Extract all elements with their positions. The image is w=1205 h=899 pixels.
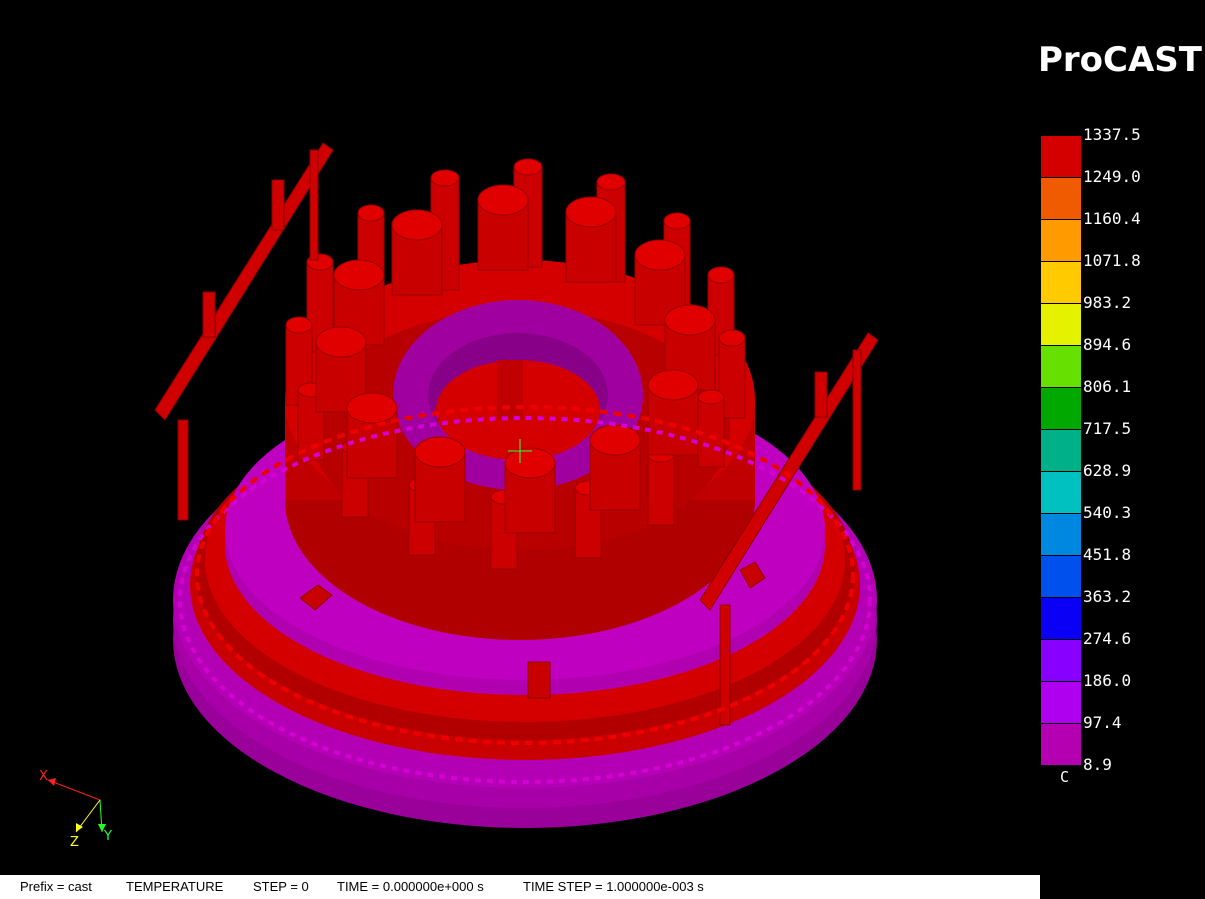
legend-swatch xyxy=(1041,472,1081,513)
legend-swatch xyxy=(1041,682,1081,723)
legend-tick-label: 1249.0 xyxy=(1083,167,1141,186)
legend-swatch xyxy=(1041,220,1081,261)
y-axis-label: Y xyxy=(103,829,112,844)
model-viewport[interactable] xyxy=(0,0,1040,875)
legend-swatch xyxy=(1041,304,1081,345)
legend-swatch xyxy=(1041,724,1081,765)
legend-tick-label: 717.5 xyxy=(1083,419,1132,438)
z-axis-label: Z xyxy=(70,835,79,850)
status-time-step: TIME STEP = 1.000000e-003 s xyxy=(523,879,704,894)
legend-tick-label: 363.2 xyxy=(1083,587,1132,606)
legend-swatch xyxy=(1041,556,1081,597)
legend-tick-label: 540.3 xyxy=(1083,503,1132,522)
legend-swatch xyxy=(1041,178,1081,219)
legend-swatch xyxy=(1041,388,1081,429)
legend-swatch xyxy=(1041,598,1081,639)
x-axis-line xyxy=(47,779,101,801)
legend-tick-label: 983.2 xyxy=(1083,293,1132,312)
legend-swatch xyxy=(1041,430,1081,471)
legend-unit: C xyxy=(1060,768,1070,786)
axis-triad: X Y Z xyxy=(39,769,112,850)
legend-swatch xyxy=(1041,136,1081,177)
legend-tick-label: 1337.5 xyxy=(1083,125,1141,144)
temperature-legend: 1337.5 1249.0 1160.4 1071.8 983.2 894.6 806.1 7… xyxy=(1040,0,1205,875)
legend-tick-label: 1160.4 xyxy=(1083,209,1141,228)
status-step: STEP = 0 xyxy=(253,879,309,894)
legend-tick-label: 274.6 xyxy=(1083,629,1132,648)
legend-tick-label: 806.1 xyxy=(1083,377,1132,396)
legend-tick-label: 8.9 xyxy=(1083,755,1112,774)
legend-swatch xyxy=(1041,640,1081,681)
legend-tick-label: 186.0 xyxy=(1083,671,1132,690)
status-bar: Prefix = cast TEMPERATURE STEP = 0 TIME … xyxy=(0,875,1040,899)
legend-tick-label: 1071.8 xyxy=(1083,251,1141,270)
legend-tick-label: 894.6 xyxy=(1083,335,1132,354)
x-axis-label: X xyxy=(39,769,48,784)
legend-swatch xyxy=(1041,262,1081,303)
status-field: TEMPERATURE xyxy=(126,879,224,894)
legend-swatch xyxy=(1041,514,1081,555)
status-time: TIME = 0.000000e+000 s xyxy=(337,879,484,894)
status-prefix: Prefix = cast xyxy=(20,879,92,894)
legend-tick-label: 628.9 xyxy=(1083,461,1132,480)
legend-swatch xyxy=(1041,346,1081,387)
legend-tick-label: 451.8 xyxy=(1083,545,1132,564)
legend-tick-label: 97.4 xyxy=(1083,713,1122,732)
casting-model xyxy=(154,142,879,828)
